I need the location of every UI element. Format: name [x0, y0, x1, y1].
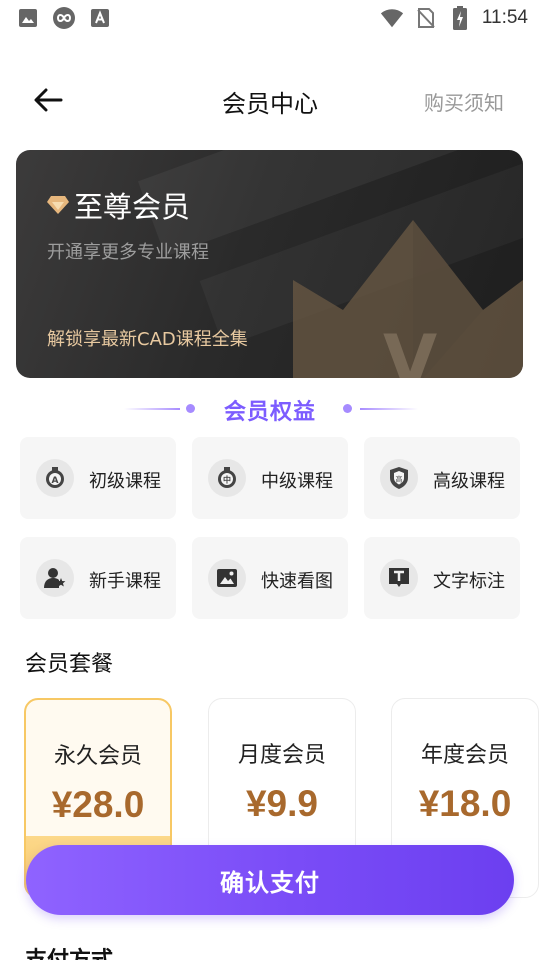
package-name: 月度会员	[237, 743, 326, 768]
status-bar: 11:54	[0, 0, 540, 38]
benefit-label: 新手课程	[89, 571, 161, 592]
svg-text:V: V	[383, 320, 437, 378]
vip-unlock-text: 解锁享最新CAD课程全集	[47, 329, 248, 350]
benefit-quick-view[interactable]: 快速看图	[192, 537, 348, 619]
member-center-page: 11:54 会员中心 购买须知 V 至尊会员 开通享更多专业课程 解锁享最新CA…	[0, 0, 540, 960]
confirm-pay-label: 确认支付	[220, 868, 320, 897]
crown-watermark-icon: V	[293, 220, 523, 378]
svg-text:高: 高	[396, 475, 403, 484]
package-price: ¥28.0	[51, 784, 145, 825]
clock: 11:54	[481, 7, 528, 28]
vip-tier-title: 至尊会员	[74, 190, 191, 224]
diamond-icon	[47, 196, 69, 214]
app-logo-icon	[52, 6, 76, 30]
battery-charging-icon	[448, 6, 472, 30]
packages-heading: 会员套餐	[25, 652, 114, 677]
wifi-icon	[380, 6, 404, 30]
no-sim-icon	[414, 6, 438, 30]
vip-banner: V 至尊会员 开通享更多专业课程 解锁享最新CAD课程全集	[16, 150, 523, 378]
app-header: 会员中心 购买须知	[0, 70, 540, 130]
benefit-text-annotation[interactable]: 文字标注	[364, 537, 520, 619]
benefit-intermediate-course[interactable]: 中 中级课程	[192, 437, 348, 519]
font-app-icon	[88, 6, 112, 30]
beginner-medal-icon: A	[36, 459, 74, 497]
advanced-shield-icon: 高	[380, 459, 418, 497]
package-price: ¥9.9	[245, 783, 318, 824]
newbie-user-icon	[36, 559, 74, 597]
benefit-advanced-course[interactable]: 高 高级课程	[364, 437, 520, 519]
image-view-icon	[208, 559, 246, 597]
benefit-label: 中级课程	[261, 471, 333, 492]
intermediate-medal-icon: 中	[208, 459, 246, 497]
benefit-beginner-course[interactable]: A 初级课程	[20, 437, 176, 519]
benefits-heading-text: 会员权益	[223, 400, 316, 425]
package-price: ¥18.0	[418, 783, 512, 824]
benefit-label: 快速看图	[261, 571, 333, 592]
benefit-label: 初级课程	[89, 471, 161, 492]
gallery-icon	[16, 6, 40, 30]
text-annotation-icon	[380, 559, 418, 597]
benefit-label: 高级课程	[433, 471, 505, 492]
svg-text:中: 中	[223, 475, 231, 485]
benefit-newbie-course[interactable]: 新手课程	[20, 537, 176, 619]
svg-text:A: A	[52, 476, 59, 486]
benefits-heading: 会员权益	[0, 392, 540, 426]
confirm-pay-button[interactable]: 确认支付	[26, 845, 514, 915]
benefit-label: 文字标注	[433, 571, 505, 592]
package-name: 年度会员	[420, 743, 509, 768]
purchase-notice-link[interactable]: 购买须知	[424, 87, 504, 116]
payment-method-heading: 支付方式	[25, 942, 113, 960]
package-name: 永久会员	[53, 744, 142, 769]
vip-subtitle: 开通享更多专业课程	[47, 242, 209, 263]
